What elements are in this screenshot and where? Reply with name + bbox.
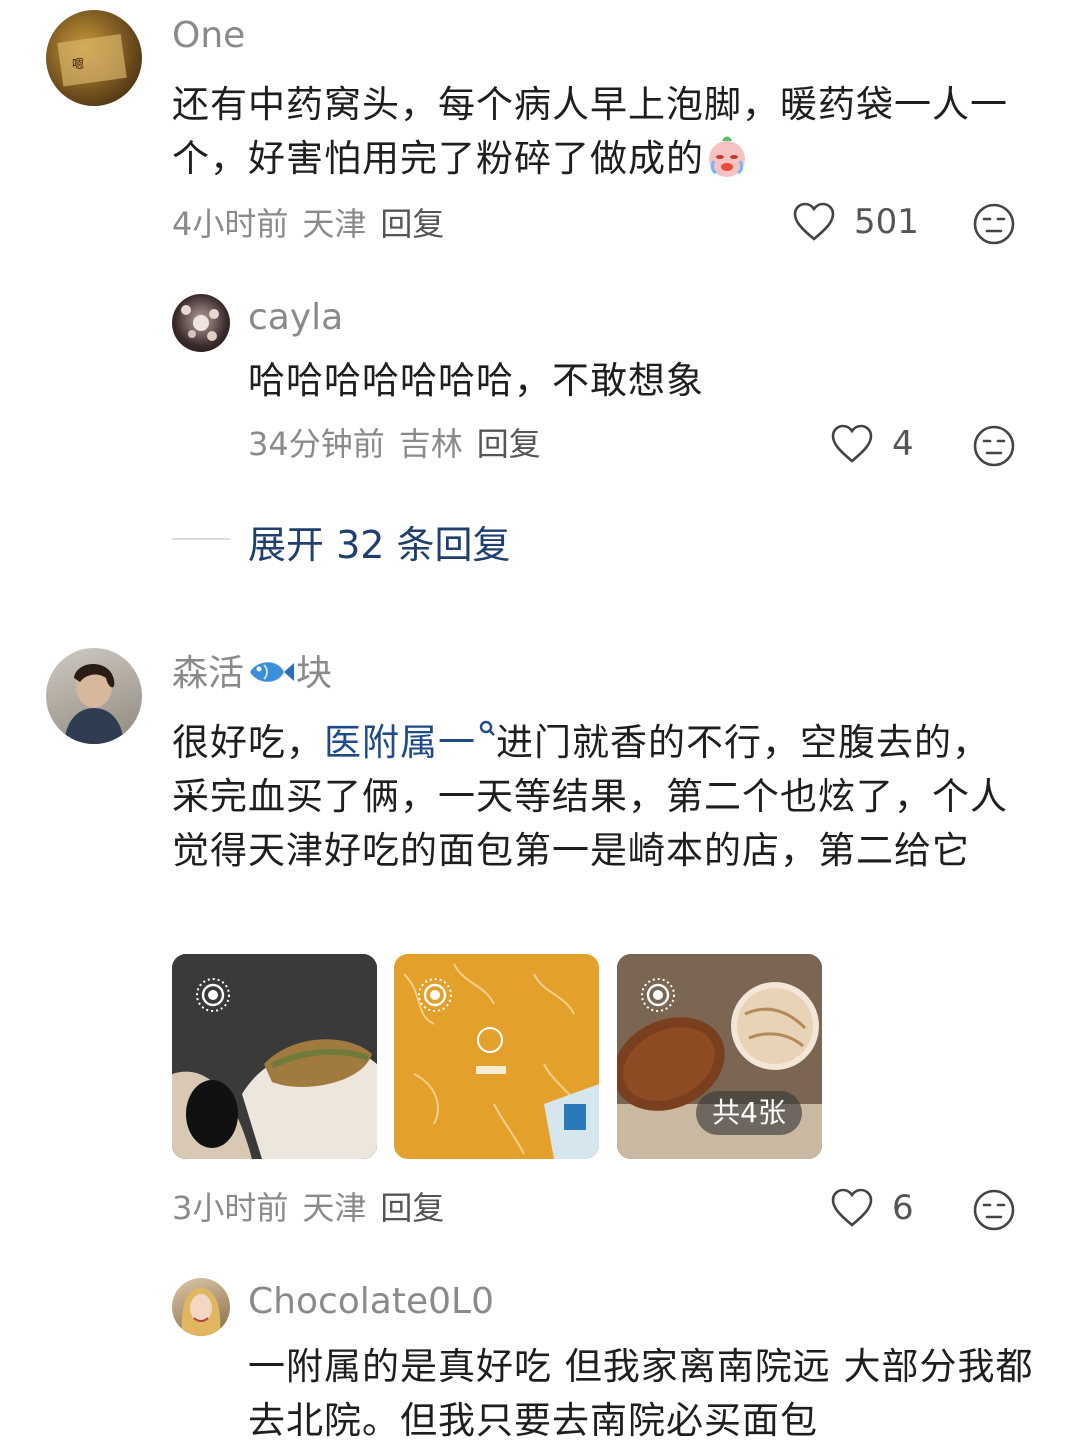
comment-text: 很好吃，医附属一 进门就香的不行，空腹去的，采完血买了俩，一天等结果，第二个也炫了… (172, 716, 1022, 878)
like-button[interactable]: 501 (792, 202, 919, 242)
like-count: 6 (892, 1188, 914, 1228)
avatar[interactable] (46, 648, 142, 744)
reply-text: 一附属的是真好吃 但我家离南院远 大部分我都去北院。但我只要去南院必买面包 (248, 1345, 1034, 1442)
reply-time: 34分钟前 (248, 425, 385, 463)
comment-author-part: 森活 (172, 653, 245, 694)
crying-emoji-icon (709, 136, 745, 177)
comment-text-body: 还有中药窝头，每个病人早上泡脚，暖药袋一人一个，好害怕用完了粉碎了做成的 (172, 83, 1008, 180)
reply-button[interactable]: 回复 (477, 425, 541, 463)
reply-author[interactable]: Chocolate0L0 (248, 1280, 494, 1324)
live-photo-icon (641, 978, 675, 1012)
reply-author[interactable]: cayla (248, 296, 343, 340)
avatar[interactable]: 嗯 (46, 10, 142, 106)
reply-button[interactable]: 回复 (380, 1189, 444, 1227)
heart-outline-icon (793, 202, 835, 241)
search-link-text: 医附属一 (324, 721, 476, 764)
image-count-badge: 共4张 (696, 1091, 802, 1135)
meh-face-icon[interactable] (972, 424, 1016, 468)
comment-location: 天津 (302, 1189, 367, 1227)
expand-replies-button[interactable]: 展开 32 条回复 (248, 514, 511, 569)
svg-text:嗯: 嗯 (72, 57, 84, 71)
comment-author-part: 块 (296, 653, 333, 694)
comment-meta: 4小时前 天津 回复 (172, 204, 458, 244)
reply-location: 吉林 (398, 425, 463, 463)
avatar[interactable] (172, 1278, 230, 1336)
comment-image-2[interactable] (394, 954, 599, 1159)
comment-time: 3小时前 (172, 1189, 289, 1227)
comment-text: 还有中药窝头，每个病人早上泡脚，暖药袋一人一个，好害怕用完了粉碎了做成的 (172, 78, 1032, 186)
comment-location: 天津 (302, 205, 367, 243)
search-link[interactable]: 医附属一 (324, 720, 496, 764)
fish-emoji-icon (250, 662, 295, 682)
comment-author[interactable]: One (172, 14, 245, 58)
comment-image-3[interactable]: 共4张 (617, 954, 822, 1159)
comment-time: 4小时前 (172, 205, 289, 243)
comment-text-body: 很好吃， (172, 721, 324, 764)
heart-outline-icon (831, 424, 873, 463)
like-count: 4 (892, 424, 914, 464)
reply-text: 哈哈哈哈哈哈哈，不敢想象 (248, 359, 704, 402)
like-count: 501 (854, 202, 919, 242)
search-icon (479, 720, 495, 736)
comment-meta: 3小时前 天津 回复 (172, 1188, 458, 1228)
avatar[interactable] (172, 294, 230, 352)
comment-author[interactable]: 森活 块 (172, 652, 332, 696)
meh-face-icon[interactable] (972, 202, 1016, 246)
like-button[interactable]: 4 (830, 424, 914, 464)
like-button[interactable]: 6 (830, 1188, 914, 1228)
comment-image-1[interactable] (172, 954, 377, 1159)
divider (172, 538, 230, 540)
meh-face-icon[interactable] (972, 1188, 1016, 1232)
live-photo-icon (418, 978, 452, 1012)
reply-button[interactable]: 回复 (380, 205, 444, 243)
live-photo-icon (196, 978, 230, 1012)
reply-meta: 34分钟前 吉林 回复 (248, 424, 555, 464)
heart-outline-icon (831, 1188, 873, 1227)
